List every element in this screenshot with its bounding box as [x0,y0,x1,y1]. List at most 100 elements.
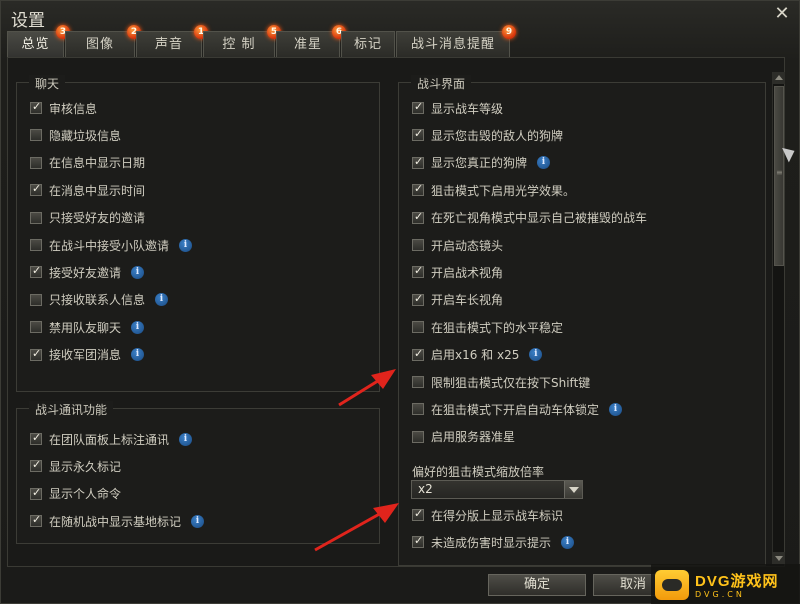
option-label: 显示个人命令 [49,487,122,502]
battle-option[interactable]: 狙击模式下启用光学效果。 [412,181,575,199]
checkbox[interactable] [30,458,42,473]
option-label: 限制狙击模式仅在按下Shift键 [431,375,591,390]
checkbox[interactable] [30,129,42,142]
option-label: 显示您真正的狗牌 [431,156,528,171]
chat-option[interactable]: 接受好友邀请 i [30,263,145,281]
tab-2[interactable]: 声音 1 [136,25,208,57]
battle-option[interactable]: 启用x16 和 x25 i [412,346,543,364]
battle-option[interactable]: 在狙击模式下的水平稳定 [412,318,563,336]
checkbox[interactable] [412,264,424,279]
tab-4[interactable]: 准星 6 [276,25,346,57]
chat-option[interactable]: 禁用队友聊天 i [30,318,145,336]
comms-option[interactable]: 显示个人命令 [30,485,121,503]
checkbox[interactable] [30,211,42,224]
info-icon[interactable]: i [131,320,145,334]
info-icon[interactable]: i [537,156,551,170]
option-label: 显示战车等级 [431,101,504,116]
info-icon[interactable]: i [155,293,169,307]
info-icon[interactable]: i [131,348,145,362]
comms-option[interactable]: 在随机战中显示基地标记 i [30,512,205,530]
chat-option[interactable]: 只接收联系人信息 i [30,291,169,309]
checkbox[interactable] [30,156,42,169]
chat-option[interactable]: 只接受好友的邀请 [30,209,145,227]
battle-option[interactable]: 未造成伤害时显示提示 i [412,533,575,551]
info-icon[interactable]: i [561,535,575,549]
comms-option[interactable]: 在团队面板上标注通讯 i [30,430,193,448]
info-icon[interactable]: i [529,348,543,362]
option-label: 开启战术视角 [431,265,504,280]
info-icon[interactable]: i [609,402,623,416]
option-label: 显示您击毁的敌人的狗牌 [431,128,564,143]
battle-option[interactable]: 显示您击毁的敌人的狗牌 [412,126,563,144]
tab-6[interactable]: 战斗消息提醒 9 [396,25,516,57]
chevron-down-icon[interactable] [564,481,582,498]
checkbox[interactable] [412,210,424,224]
battle-option[interactable]: 开启动态镜头 [412,236,503,254]
checkbox[interactable] [30,100,42,114]
tab-1[interactable]: 图像 2 [65,25,141,57]
checkbox[interactable] [30,321,42,334]
checkbox[interactable] [30,486,42,500]
info-icon[interactable]: i [179,238,193,252]
checkbox[interactable] [30,182,42,197]
ok-button[interactable]: 确定 [488,574,586,596]
battle-option[interactable]: 启用服务器准星 [412,428,515,446]
checkbox[interactable] [412,507,424,521]
tab-label: 声音 [154,37,183,52]
watermark-text: DVG游戏网 [695,573,779,590]
checkbox[interactable] [30,347,42,361]
battle-option[interactable]: 显示战车等级 [412,99,503,117]
scrollbar[interactable]: ≡ [772,72,785,564]
scroll-down-icon[interactable] [773,552,785,564]
checkbox[interactable] [30,264,42,279]
battle-option[interactable]: 限制狙击模式仅在按下Shift键 [412,373,590,391]
checkbox[interactable] [412,403,424,416]
option-label: 启用x16 和 x25 [431,348,520,363]
battle-option[interactable]: 显示您真正的狗牌 i [412,154,551,172]
checkbox[interactable] [412,155,424,169]
tab-bar: 总览 3 图像 2 声音 1 控 制 5 准星 6 标记 战斗消息提醒 9 [7,25,516,57]
option-label: 在狙击模式下开启自动车体锁定 [431,402,600,417]
checkbox[interactable] [412,376,424,388]
chat-option[interactable]: 在信息中显示日期 [30,154,145,172]
close-icon[interactable]: ✕ [773,5,791,23]
checkbox[interactable] [412,100,424,114]
info-icon[interactable]: i [191,514,205,528]
checkbox[interactable] [412,127,424,142]
chat-option[interactable]: 隐藏垃圾信息 [30,126,121,144]
scroll-thumb[interactable]: ≡ [774,86,784,266]
checkbox[interactable] [30,239,42,251]
battle-option[interactable]: 开启战术视角 [412,263,503,281]
tab-5[interactable]: 标记 [341,31,395,57]
option-label: 接受好友邀请 [49,265,122,280]
chat-option[interactable]: 在战斗中接受小队邀请 i [30,236,193,254]
option-label: 在团队面板上标注通讯 [49,432,170,447]
zoom-select-value: x2 [418,482,433,496]
tab-3[interactable]: 控 制5 [203,25,281,57]
info-icon[interactable]: i [179,432,193,446]
info-icon[interactable]: i [131,265,145,279]
battle-option[interactable]: 在得分版上显示战车标识 [412,506,563,524]
checkbox[interactable] [412,347,424,361]
checkbox[interactable] [412,321,424,334]
battle-option[interactable]: 在狙击模式下开启自动车体锁定 i [412,400,623,418]
option-label: 在战斗中接受小队邀请 [49,238,170,253]
checkbox[interactable] [412,430,424,443]
tab-0[interactable]: 总览 3 [7,25,70,57]
checkbox[interactable] [30,513,42,528]
settings-content: 聊天 战斗通讯功能 战斗界面 偏好的狙击模式缩放倍率 x2 ≡ 审核信息隐藏垃圾… [7,57,785,567]
battle-option[interactable]: 在死亡视角模式中显示自己被摧毁的战车 [412,209,647,227]
checkbox[interactable] [412,534,424,549]
scroll-up-icon[interactable] [773,72,785,84]
checkbox[interactable] [30,293,42,306]
battle-option[interactable]: 开启车长视角 [412,291,503,309]
zoom-select[interactable]: x2 [411,480,583,499]
checkbox[interactable] [412,292,424,306]
chat-option[interactable]: 接收军团消息 i [30,346,145,364]
comms-option[interactable]: 显示永久标记 [30,457,121,475]
chat-option[interactable]: 在消息中显示时间 [30,181,145,199]
checkbox[interactable] [412,239,424,251]
chat-option[interactable]: 审核信息 [30,99,97,117]
checkbox[interactable] [30,431,42,445]
checkbox[interactable] [412,182,424,197]
